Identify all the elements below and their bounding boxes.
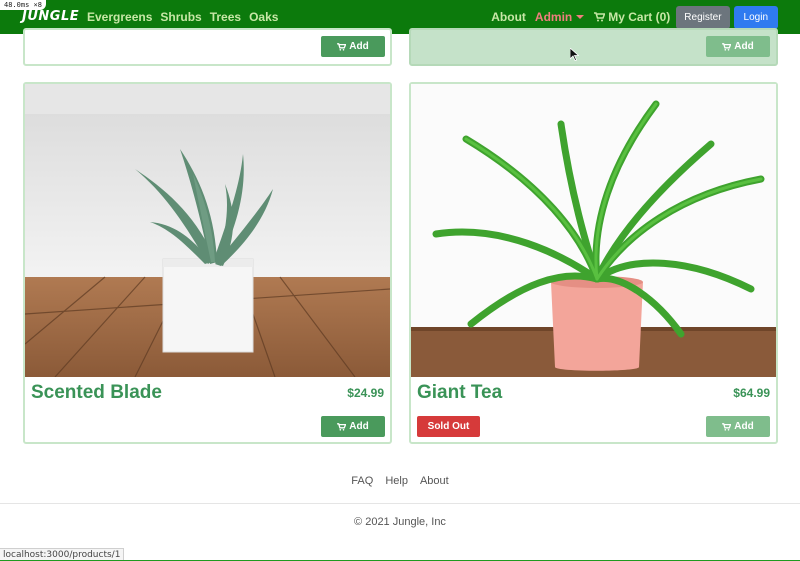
brand-logo[interactable]: JUNGLE: [22, 9, 79, 24]
footer-links: FAQ Help About: [0, 475, 800, 487]
sold-out-badge: Sold Out: [417, 416, 480, 437]
product-card-top-right: Add: [409, 28, 778, 66]
debug-timing-tag: 48.0ms ×8: [0, 0, 46, 10]
nav-link-trees[interactable]: Trees: [210, 10, 241, 24]
mouse-pointer-icon: [570, 48, 579, 61]
add-to-cart-button[interactable]: Add: [321, 416, 385, 437]
add-button-label: Add: [349, 41, 369, 52]
product-card[interactable]: Scented Blade $24.99 Add: [23, 82, 392, 444]
footer-link-about[interactable]: About: [420, 475, 449, 487]
cart-icon: [722, 422, 732, 431]
login-button[interactable]: Login: [733, 5, 778, 29]
register-button[interactable]: Register: [676, 5, 730, 29]
add-to-cart-button[interactable]: Add: [321, 36, 385, 57]
add-to-cart-button[interactable]: Add: [706, 36, 770, 57]
product-name[interactable]: Scented Blade: [31, 382, 162, 404]
caret-down-icon: [576, 15, 585, 19]
admin-label: Admin: [534, 10, 573, 24]
my-cart-link[interactable]: My Cart (0): [594, 10, 670, 24]
nav-link-evergreens[interactable]: Evergreens: [87, 10, 152, 24]
footer-link-help[interactable]: Help: [385, 475, 408, 487]
product-name[interactable]: Giant Tea: [417, 382, 502, 404]
copyright-text: © 2021 Jungle, Inc: [354, 516, 446, 528]
my-cart-label: My Cart (0): [608, 10, 671, 24]
nav-link-oaks[interactable]: Oaks: [249, 10, 278, 24]
add-button-label: Add: [734, 41, 754, 52]
cart-icon: [337, 42, 347, 51]
cart-icon: [337, 422, 347, 431]
cart-icon: [594, 12, 606, 22]
category-nav: Evergreens Shrubs Trees Oaks: [87, 10, 278, 24]
add-button-label: Add: [349, 421, 369, 432]
product-image[interactable]: [411, 84, 776, 377]
add-to-cart-button[interactable]: Add: [706, 416, 770, 437]
nav-link-shrubs[interactable]: Shrubs: [160, 10, 201, 24]
footer-divider: [0, 503, 800, 504]
product-image[interactable]: [25, 84, 390, 377]
nav-link-about[interactable]: About: [491, 10, 526, 24]
admin-dropdown[interactable]: Admin: [534, 10, 585, 24]
cart-icon: [722, 42, 732, 51]
product-price: $64.99: [733, 386, 770, 400]
product-card[interactable]: Giant Tea $64.99 Sold Out Add: [409, 82, 778, 444]
footer-link-faq[interactable]: FAQ: [351, 475, 373, 487]
add-button-label: Add: [734, 421, 754, 432]
product-card-top-left: Add: [23, 28, 392, 66]
product-price: $24.99: [347, 386, 384, 400]
